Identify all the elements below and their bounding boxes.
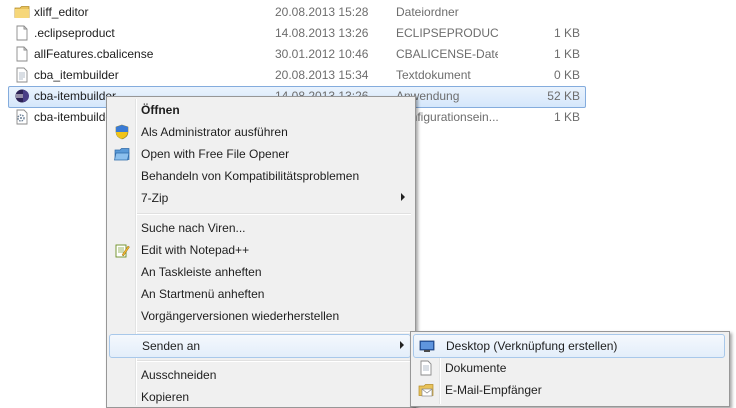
context-menu: Öffnen Als Administrator ausführen Open … <box>106 96 416 408</box>
file-size: 1 KB <box>553 47 580 61</box>
file-name: allFeatures.cbalicense <box>34 47 154 61</box>
menu-separator <box>137 331 411 333</box>
file-name: cba-itembuilder <box>34 110 117 124</box>
menu-item-7zip[interactable]: 7-Zip <box>109 187 411 209</box>
menu-item-pin-taskbar[interactable]: An Taskleiste anheften <box>109 261 411 283</box>
config-file-icon <box>16 109 28 125</box>
menu-separator <box>137 360 411 362</box>
file-type: Textdokument <box>396 68 471 82</box>
mail-recipient-icon <box>418 384 434 397</box>
menu-item-send-to[interactable]: Senden an <box>109 334 411 358</box>
folder-icon <box>14 6 30 18</box>
file-name: cba-itembuilder <box>34 89 117 103</box>
file-size: 1 KB <box>553 26 580 40</box>
menu-item-mail-recipient[interactable]: E-Mail-Empfänger <box>413 379 725 401</box>
file-row[interactable]: cba_itembuilder 20.08.2013 15:34 Textdok… <box>0 65 736 87</box>
file-date: 30.01.2012 10:46 <box>275 47 369 61</box>
text-document-icon <box>16 67 28 83</box>
menu-item-run-as-admin[interactable]: Als Administrator ausführen <box>109 121 411 143</box>
menu-separator <box>137 213 411 215</box>
file-name: .eclipseproduct <box>34 26 115 40</box>
file-row[interactable]: .eclipseproduct 14.08.2013 13:26 ECLIPSE… <box>0 23 736 45</box>
file-type: CBALICENSE-Datei <box>396 47 498 61</box>
file-date: 20.08.2013 15:28 <box>275 5 369 19</box>
file-type: ECLIPSEPRODUCT... <box>396 26 498 40</box>
document-icon <box>16 46 28 62</box>
file-date: 20.08.2013 15:34 <box>275 68 369 82</box>
file-size: 1 KB <box>553 110 580 124</box>
menu-item-desktop-shortcut[interactable]: Desktop (Verknüpfung erstellen) <box>413 334 725 358</box>
file-size: 52 KB <box>547 89 580 103</box>
file-type: Dateiordner <box>396 5 459 19</box>
notepad-plus-plus-icon <box>115 244 130 258</box>
file-row[interactable]: xliff_editor 20.08.2013 15:28 Dateiordne… <box>0 2 736 24</box>
documents-icon <box>420 360 432 376</box>
submenu-arrow-icon <box>400 341 404 349</box>
file-name: xliff_editor <box>34 5 89 19</box>
menu-item-compatibility[interactable]: Behandeln von Kompatibilitätsproblemen <box>109 165 411 187</box>
file-size: 0 KB <box>553 68 580 82</box>
menu-item-open[interactable]: Öffnen <box>109 99 411 121</box>
send-to-submenu: Desktop (Verknüpfung erstellen) Dokument… <box>410 331 730 407</box>
file-row[interactable]: allFeatures.cbalicense 30.01.2012 10:46 … <box>0 44 736 66</box>
file-opener-icon <box>114 148 130 161</box>
file-date: 14.08.2013 13:26 <box>275 26 369 40</box>
menu-item-notepad-plus-plus[interactable]: Edit with Notepad++ <box>109 239 411 261</box>
menu-item-restore-versions[interactable]: Vorgängerversionen wiederherstellen <box>109 305 411 327</box>
menu-item-virus-scan[interactable]: Suche nach Viren... <box>109 217 411 239</box>
uac-shield-icon <box>115 124 129 140</box>
desktop-icon <box>419 340 435 352</box>
file-name: cba_itembuilder <box>34 68 119 82</box>
menu-item-copy[interactable]: Kopieren <box>109 386 411 408</box>
menu-item-documents[interactable]: Dokumente <box>413 357 725 379</box>
eclipse-app-icon <box>15 89 29 103</box>
menu-item-free-file-opener[interactable]: Open with Free File Opener <box>109 143 411 165</box>
document-icon <box>16 25 28 41</box>
menu-item-pin-start[interactable]: An Startmenü anheften <box>109 283 411 305</box>
menu-item-cut[interactable]: Ausschneiden <box>109 364 411 386</box>
submenu-arrow-icon <box>401 193 405 201</box>
